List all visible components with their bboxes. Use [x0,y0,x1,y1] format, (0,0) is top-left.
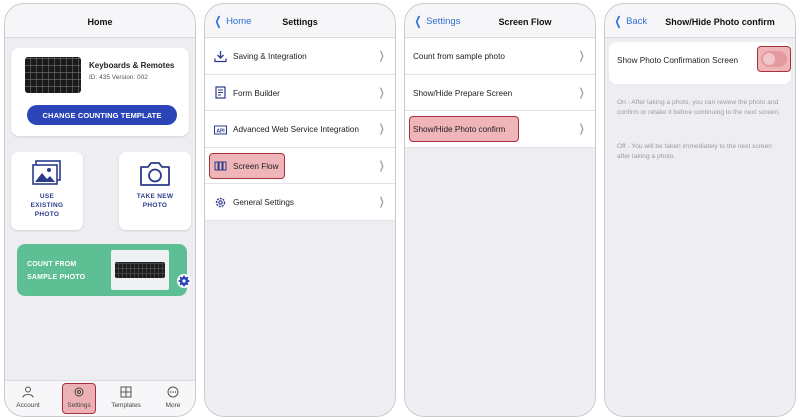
chevron-right-icon: ❯ [578,50,585,62]
chevron-right-icon: ❯ [378,50,385,62]
photo-confirm-screen: ❮ Back Show/Hide Photo confirm Show Photo… [604,3,796,417]
chevron-right-icon: ❯ [578,86,585,99]
back-button[interactable]: ❮ Settings [413,14,461,28]
screen-flow-screen: ❮ Settings Screen Flow Count from sample … [404,3,596,417]
toggle-knob [763,53,775,65]
tab-bar: Account Settings Templates More [5,380,195,416]
screen-flow-list: Count from sample photo ❯ Show/Hide Prep… [405,38,595,148]
photo-confirm-navbar: ❮ Back Show/Hide Photo confirm [605,4,795,38]
screen-flow-item-label: Show/Hide Photo confirm [413,125,506,134]
home-screen: Home Keyboards & Remotes ID: 435 Version… [4,3,196,417]
sample-photo-line-2: SAMPLE PHOTO [27,274,86,281]
take-new-line-2: PHOTO [142,202,168,209]
sample-settings-gear-icon[interactable] [177,274,191,288]
sample-photo-label: COUNT FROM SAMPLE PHOTO [27,258,85,284]
templates-icon [106,384,146,400]
template-name: Keyboards & Remotes [89,61,175,70]
settings-item-form-builder[interactable]: Form Builder ❯ [205,75,395,111]
template-meta: ID: 435 Version: 002 [89,74,148,81]
settings-item-label: General Settings [233,198,294,207]
description-off: Off - You will be taken immediately to t… [617,143,772,160]
page-title: Settings [282,17,318,27]
chevron-left-icon: ❮ [414,14,422,28]
settings-item-general[interactable]: General Settings ❯ [205,184,395,221]
use-existing-photo-button[interactable]: USE EXISTING PHOTO [11,152,83,230]
api-icon: API [213,122,227,136]
screen-flow-icon [213,159,227,173]
tab-more[interactable]: More [153,384,193,414]
count-from-sample-photo-button[interactable]: COUNT FROM SAMPLE PHOTO [17,244,187,296]
template-thumbnail [25,57,81,93]
settings-item-screen-flow[interactable]: Screen Flow ❯ [205,148,395,184]
tab-templates[interactable]: Templates [106,384,146,414]
tab-label-more: More [165,402,181,409]
screen-flow-item-label: Count from sample photo [413,52,505,61]
screen-flow-item-prepare[interactable]: Show/Hide Prepare Screen ❯ [405,75,595,111]
photo-confirm-toggle-card: Show Photo Confirmation Screen [609,42,791,84]
use-existing-line-2: EXISTING [30,202,64,209]
form-icon [213,86,227,100]
person-icon [8,384,48,400]
settings-item-label: Advanced Web Service Integration [233,125,359,134]
chevron-right-icon: ❯ [378,123,385,135]
take-new-photo-button[interactable]: TAKE NEW PHOTO [119,152,191,230]
screen-flow-item-photo-confirm[interactable]: Show/Hide Photo confirm ❯ [405,111,595,148]
tab-settings[interactable]: Settings [62,383,96,414]
use-existing-photo-label: USE EXISTING PHOTO [15,192,79,219]
screen-flow-item-count-sample[interactable]: Count from sample photo ❯ [405,38,595,75]
settings-item-advanced-web-service[interactable]: API Advanced Web Service Integration ❯ [205,111,395,148]
photo-confirm-background [605,38,795,416]
description-on: On - After taking a photo, you can revie… [617,99,781,116]
use-existing-line-1: USE [39,193,55,200]
change-counting-template-button[interactable]: CHANGE COUNTING TEMPLATE [27,105,177,125]
page-title: Screen Flow [498,17,552,27]
settings-item-saving-integration[interactable]: Saving & Integration ❯ [205,38,395,75]
sample-photo-line-1: COUNT FROM [27,261,77,268]
chevron-right-icon: ❯ [378,159,385,172]
sample-photo-thumbnail [111,250,169,290]
toggle-label: Show Photo Confirmation Screen [617,56,739,65]
screen-flow-item-label: Show/Hide Prepare Screen [413,88,513,98]
settings-list: Saving & Integration ❯ Form Builder ❯ AP… [205,38,395,221]
page-title: Home [87,17,113,27]
chevron-right-icon: ❯ [378,86,385,99]
back-button[interactable]: ❮ Back [613,14,648,28]
gear-icon [63,384,95,400]
chevron-right-icon: ❯ [578,123,585,135]
home-navbar: Home [5,4,195,38]
use-existing-line-3: PHOTO [34,211,60,218]
home-content: Keyboards & Remotes ID: 435 Version: 002… [5,38,195,380]
page-title: Show/Hide Photo confirm [665,17,775,27]
screen-flow-navbar: ❮ Settings Screen Flow [405,4,595,38]
gear-icon [213,195,227,209]
tab-label-templates: Templates [111,402,141,409]
tab-label-account: Account [16,402,40,409]
tab-account[interactable]: Account [8,384,48,414]
camera-icon [119,160,191,188]
take-new-line-1: TAKE NEW [136,193,174,200]
more-icon [153,384,193,400]
settings-screen: ❮ Home Settings Saving & Integration ❯ Fo… [204,3,396,417]
tab-label-settings: Settings [67,402,91,409]
photo-confirm-toggle[interactable] [761,51,787,67]
settings-item-label: Screen Flow [233,161,279,171]
settings-navbar: ❮ Home Settings [205,4,395,38]
take-new-photo-label: TAKE NEW PHOTO [123,192,187,210]
settings-item-label: Form Builder [233,88,280,98]
chevron-right-icon: ❯ [378,196,385,208]
download-icon [213,49,227,63]
chevron-left-icon: ❮ [614,14,622,28]
svg-text:API: API [216,128,225,134]
gallery-icon [11,160,83,186]
settings-item-label: Saving & Integration [233,52,307,61]
template-card: Keyboards & Remotes ID: 435 Version: 002… [11,48,189,136]
